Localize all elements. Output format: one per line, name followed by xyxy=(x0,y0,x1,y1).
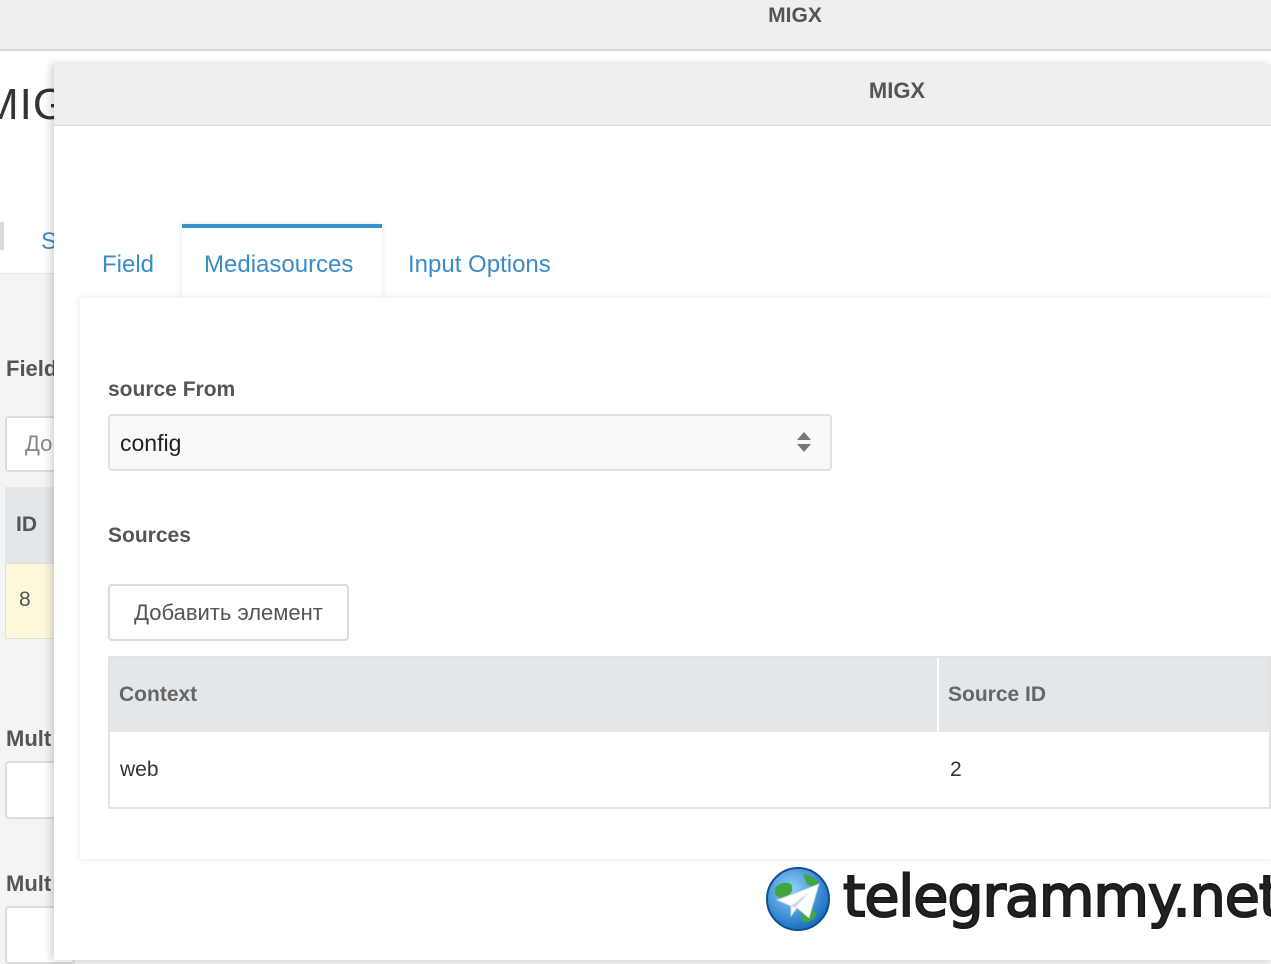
background-window-title: MIGX xyxy=(768,4,822,27)
column-divider xyxy=(937,658,939,732)
sources-label: Sources xyxy=(108,524,191,547)
watermark-text: telegrammy.net xyxy=(842,863,1271,931)
tab-field-label: Field xyxy=(102,251,155,278)
modal-tabs: Field Mediasources Input Options xyxy=(80,224,1271,299)
modal-title: MIGX xyxy=(868,78,926,103)
tab-field[interactable]: Field xyxy=(80,224,180,299)
globe-telegram-logo-icon xyxy=(766,867,830,931)
select-arrows-icon xyxy=(797,432,811,452)
mediasources-panel: source From config Sources Добавить элем… xyxy=(80,298,1271,859)
table-row[interactable]: web 2 xyxy=(110,732,1269,806)
cell-source-id: 2 xyxy=(950,758,962,781)
tab-mediasources-label: Mediasources xyxy=(204,251,354,278)
grid-header: Context Source ID xyxy=(110,658,1269,732)
watermark: telegrammy.net xyxy=(765,863,1271,936)
background-multiple-label-1: Mult xyxy=(6,726,52,751)
source-from-label: source From xyxy=(108,378,236,401)
source-from-value: config xyxy=(120,430,182,456)
tab-mediasources[interactable]: Mediasources xyxy=(182,224,382,299)
tab-input-options[interactable]: Input Options xyxy=(384,224,584,299)
modal-titlebar[interactable]: MIGX xyxy=(54,64,1271,126)
add-element-button[interactable]: Добавить элемент xyxy=(108,584,349,641)
background-multiple-label-2: Mult xyxy=(6,871,52,896)
sources-grid: Context Source ID web 2 xyxy=(108,656,1271,809)
source-from-select[interactable]: config xyxy=(108,414,832,471)
column-header-source-id[interactable]: Source ID xyxy=(948,683,1046,707)
background-window-titlebar: MIGX xyxy=(0,0,1271,51)
column-header-context[interactable]: Context xyxy=(119,683,197,707)
tab-input-options-label: Input Options xyxy=(408,251,551,278)
migx-modal: MIGX Field Mediasources Input Options so… xyxy=(54,64,1271,960)
cell-context: web xyxy=(120,758,159,781)
background-tab-stub xyxy=(0,222,4,250)
background-fields-label: Field xyxy=(6,356,58,381)
